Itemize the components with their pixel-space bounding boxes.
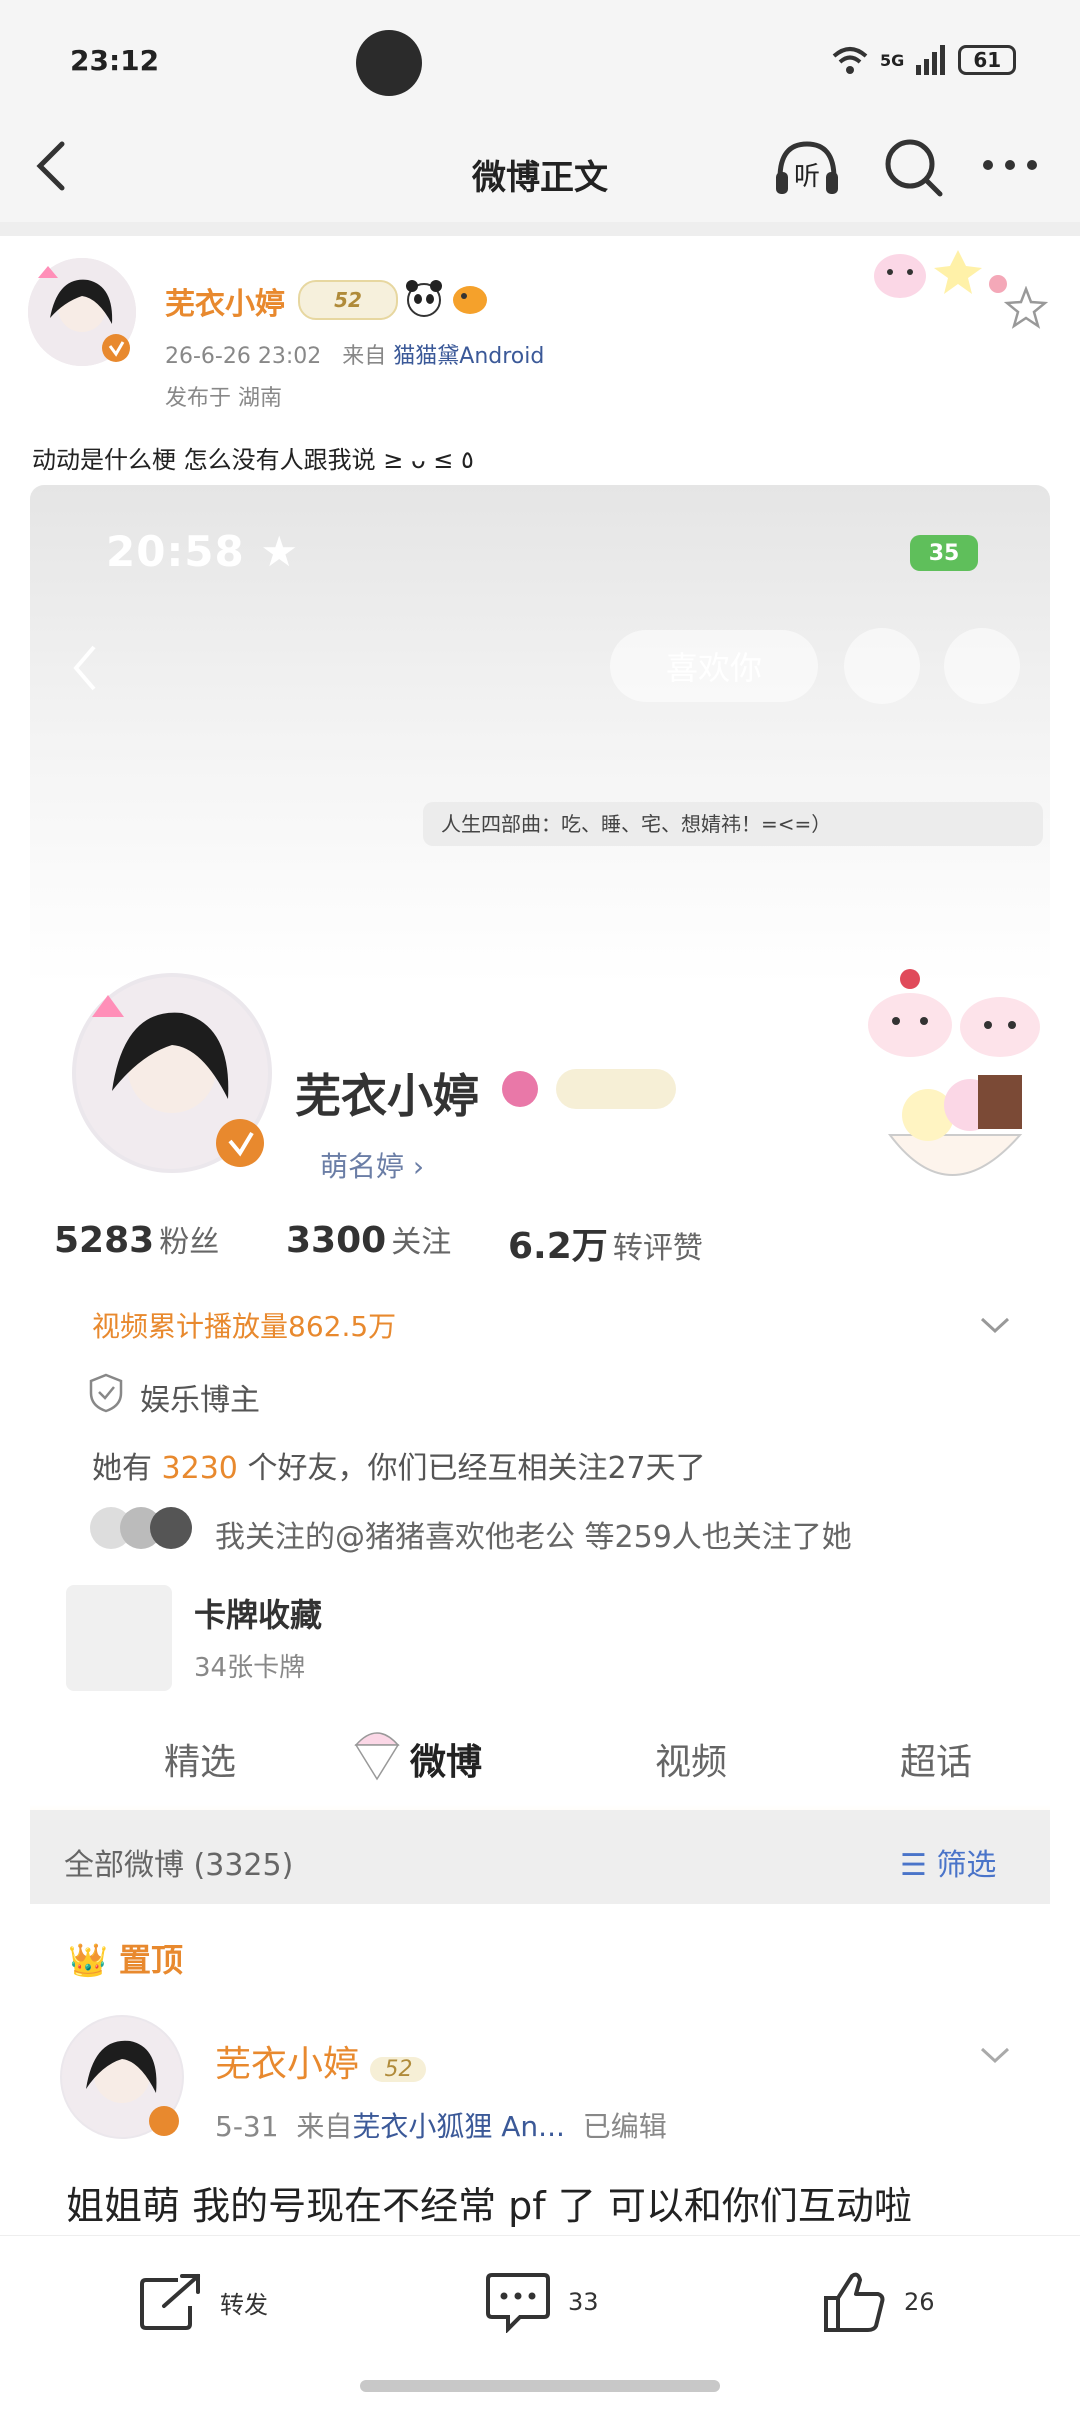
embedded-search-icon [844, 628, 920, 704]
search-icon[interactable] [882, 136, 944, 198]
embedded-play-count: 视频累计播放量862.5万 [92, 1310, 397, 1343]
friends-prefix: 她有 [92, 1451, 152, 1486]
card-collection-title: 卡牌收藏 [194, 1596, 323, 1634]
interactions-count: 6.2万 [508, 1226, 608, 1267]
repost-label: 转发 [220, 2290, 268, 2319]
embedded-post-author: 芜衣小婷 52 [215, 2035, 427, 2087]
embedded-all-posts: 全部微博 (3325) [64, 1848, 294, 1883]
card-collection-icon [66, 1585, 172, 1691]
camera-cutout [356, 30, 422, 96]
embedded-stat-follow: 3300 关注 [286, 1217, 451, 1261]
repost-icon [140, 2274, 200, 2330]
friends-suffix: 个好友，你们已经互相关注27天了 [247, 1451, 706, 1486]
embedded-battery: 35 [910, 535, 978, 571]
card-collection-count: 34张卡牌 [194, 1653, 306, 1683]
embedded-name: 芜衣小婷 [295, 1069, 479, 1123]
embedded-post-meta: 5-31 来自芜衣小狐狸 An... 已编辑 [215, 2105, 667, 2145]
shield-icon [89, 1373, 123, 1413]
follower-avatar [150, 1507, 192, 1549]
embedded-tab-video: 视频 [655, 1742, 728, 1783]
listen-label: 听 [794, 162, 821, 192]
embedded-post-level: 52 [370, 2057, 427, 2082]
embedded-post-avatar-portrait [62, 2017, 182, 2137]
level-badge: 52 [298, 280, 398, 320]
author-name[interactable]: 芜衣小婷 [165, 279, 285, 323]
post-meta: 26-6-26 23:02 来自 猫猫黛Android [165, 338, 544, 370]
embedded-avatar-portrait [76, 977, 268, 1169]
friends-count: 3230 [161, 1451, 238, 1486]
post-location: 发布于 湖南 [165, 386, 282, 411]
embedded-tab-featured: 精选 [164, 1742, 237, 1783]
icecream-sticker [354, 1732, 400, 1781]
embedded-tab-topics: 超话 [900, 1742, 973, 1783]
embedded-pinned: 👑 置顶 [68, 1941, 183, 1979]
post-time: 26-6-26 23:02 [165, 344, 322, 369]
like-count: 26 [904, 2288, 935, 2316]
post-menu-chevron-icon [980, 2047, 1010, 2064]
panda-icon [406, 280, 442, 317]
dessert-sticker [868, 969, 1040, 1176]
embedded-post-from: 来自 [296, 2110, 353, 2143]
repost-button[interactable]: 转发 [138, 2272, 268, 2332]
embedded-time: 20:58 ★ [106, 527, 299, 576]
expand-chevron-icon [980, 1317, 1010, 1334]
embedded-motto: 人生四部曲：吃、睡、宅、想婧祎！=<=） [423, 802, 1043, 846]
embedded-time-text: 20:58 [106, 527, 245, 576]
embedded-back-icon [73, 645, 96, 691]
comment-count: 33 [568, 2288, 599, 2316]
status-icons: 5G 61 [830, 40, 1017, 80]
embedded-like-label: 喜欢你 [665, 649, 762, 687]
embedded-more-icon [944, 628, 1020, 704]
embedded-filter-label: 筛选 [936, 1848, 997, 1883]
from-label: 来自 [342, 344, 387, 369]
embedded-filter: ☰ 筛选 [900, 1848, 997, 1883]
post-image[interactable]: 20:58 ★ 35 喜欢你 人生四部曲：吃、睡、宅、想婧祎！=<=） 芜衣小婷… [30, 485, 1050, 2235]
status-time: 23:12 [70, 44, 160, 77]
embedded-tag: 娱乐博主 [140, 1383, 260, 1418]
author-avatar[interactable] [28, 258, 136, 366]
sticker-decoration [874, 250, 1007, 298]
embedded-like-button: 喜欢你 [610, 630, 818, 702]
signal-icon [916, 45, 946, 75]
network-type: 5G [880, 50, 905, 70]
embedded-stat-fans: 5283 粉丝 [54, 1217, 219, 1261]
fish-icon [453, 286, 487, 314]
like-button[interactable]: 26 [822, 2272, 935, 2332]
section-divider [0, 222, 1080, 236]
post-text: 动动是什么梗 怎么没有人跟我说 ≥ ᴗ ≤ ٥ [32, 446, 474, 474]
embedded-tab-weibo: 微博 [410, 1742, 483, 1783]
star-icon[interactable] [1004, 286, 1048, 330]
embedded-pinned-label: 置顶 [118, 1941, 183, 1979]
listen-button[interactable]: 听 [772, 138, 842, 198]
embedded-stat-interactions: 6.2万 转评赞 [508, 1217, 703, 1269]
embedded-post-text: 姐姐萌 我的号现在不经常 pf 了 可以和你们互动啦 [66, 2184, 912, 2228]
more-icon[interactable] [980, 152, 1040, 178]
embedded-post-edited: 已编辑 [582, 2110, 667, 2143]
thumbs-up-icon [824, 2272, 885, 2332]
fans-count: 5283 [54, 1220, 155, 1261]
fans-label: 粉丝 [159, 1225, 220, 1260]
embedded-friends-line: 她有 3230 个好友，你们已经互相关注27天了 [92, 1443, 706, 1487]
follow-label: 关注 [391, 1225, 452, 1260]
comment-button[interactable]: 33 [484, 2272, 599, 2333]
embedded-avatar [72, 973, 272, 1173]
avatar-portrait [28, 258, 136, 366]
embedded-follow-line: 我关注的@猪猪喜欢他老公 等259人也关注了她 [215, 1520, 852, 1555]
battery-indicator: 61 [958, 45, 1017, 75]
embedded-badge-icon [502, 1071, 538, 1107]
comment-icon [486, 2273, 550, 2333]
embedded-nickname: 萌名婷 › [320, 1150, 425, 1183]
embedded-post-author-name: 芜衣小婷 [215, 2044, 360, 2085]
wifi-icon [832, 47, 868, 74]
home-indicator[interactable] [360, 2380, 720, 2392]
embedded-level-badge [556, 1069, 676, 1109]
interactions-label: 转评赞 [612, 1231, 703, 1266]
embedded-post-avatar [60, 2015, 184, 2139]
follow-count: 3300 [286, 1220, 387, 1261]
post-source[interactable]: 猫猫黛Android [393, 344, 544, 369]
embedded-post-source: 芜衣小狐狸 An... [352, 2110, 565, 2143]
embedded-post-date: 5-31 [215, 2110, 279, 2143]
